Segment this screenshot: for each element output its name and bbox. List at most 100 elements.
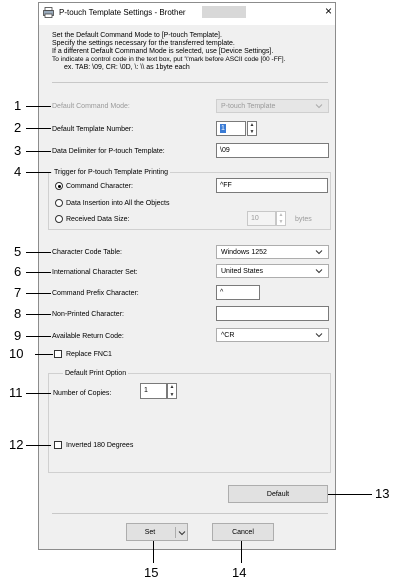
international-character-set-label: International Character Set: bbox=[52, 269, 138, 276]
chevron-down-icon[interactable] bbox=[315, 331, 323, 339]
chevron-down-icon[interactable] bbox=[178, 529, 186, 537]
callout-8: 8 bbox=[14, 306, 22, 321]
set-button-label: Set bbox=[144, 529, 156, 536]
callout-7-leader bbox=[26, 293, 51, 294]
printer-icon bbox=[43, 7, 54, 18]
callout-11-leader bbox=[26, 393, 51, 394]
footer-separator bbox=[52, 513, 328, 514]
callout-3: 3 bbox=[14, 143, 22, 158]
print-option-legend: Default Print Option bbox=[63, 369, 129, 378]
spin-down-icon[interactable]: ▼ bbox=[168, 392, 176, 399]
callout-15: 15 bbox=[144, 565, 159, 580]
callout-15-leader bbox=[153, 541, 154, 563]
callout-6: 6 bbox=[14, 264, 22, 279]
cancel-button[interactable]: Cancel bbox=[212, 523, 274, 541]
cancel-button-label: Cancel bbox=[232, 529, 254, 536]
spin-up-icon[interactable]: ▲ bbox=[248, 122, 256, 129]
title-redacted bbox=[202, 6, 246, 18]
set-button[interactable]: Set bbox=[126, 523, 188, 541]
callout-6-leader bbox=[26, 272, 51, 273]
non-printed-character-input[interactable] bbox=[216, 306, 329, 321]
command-prefix-value: ^ bbox=[220, 289, 224, 296]
data-insertion-radio[interactable] bbox=[55, 199, 63, 207]
callout-2: 2 bbox=[14, 120, 22, 135]
callout-10: 10 bbox=[9, 346, 24, 361]
callout-1: 1 bbox=[14, 98, 22, 113]
callout-12-leader bbox=[26, 445, 51, 446]
chevron-down-icon[interactable] bbox=[315, 248, 323, 256]
command-character-label: Command Character: bbox=[66, 183, 133, 190]
replace-fnc1-checkbox[interactable] bbox=[54, 350, 62, 358]
number-of-copies-spinner[interactable]: ▲ ▼ bbox=[167, 383, 177, 399]
international-character-set-combo[interactable]: United States bbox=[216, 264, 329, 278]
callout-1-leader bbox=[26, 106, 51, 107]
character-code-table-combo[interactable]: Windows 1252 bbox=[216, 245, 329, 259]
data-delimiter-input[interactable]: \09 bbox=[216, 143, 329, 158]
default-template-number-label: Default Template Number: bbox=[52, 126, 134, 133]
callout-4: 4 bbox=[14, 164, 22, 179]
non-printed-character-label: Non-Printed Character: bbox=[52, 311, 124, 318]
inverted-180-checkbox[interactable] bbox=[54, 441, 62, 449]
received-data-size-spinner[interactable]: ▲ ▼ bbox=[276, 211, 286, 226]
international-character-set-value: United States bbox=[221, 268, 264, 275]
callout-2-leader bbox=[26, 128, 51, 129]
available-return-code-label: Available Return Code: bbox=[52, 333, 124, 340]
available-return-code-value: ^CR bbox=[221, 332, 235, 339]
default-button[interactable]: Default bbox=[228, 485, 328, 503]
chevron-down-icon bbox=[315, 104, 323, 109]
received-data-size-unit: bytes bbox=[295, 216, 312, 223]
intro-line-5: ex. TAB: \09, CR: \0D, \: \\ as 1byte ea… bbox=[64, 64, 190, 71]
callout-10-leader bbox=[35, 354, 53, 355]
command-prefix-input[interactable]: ^ bbox=[216, 285, 260, 300]
chevron-down-icon[interactable] bbox=[315, 267, 323, 275]
callout-7: 7 bbox=[14, 285, 22, 300]
callout-13-leader bbox=[328, 494, 372, 495]
inverted-180-label: Inverted 180 Degrees bbox=[66, 442, 134, 449]
print-option-group-frame bbox=[48, 373, 331, 473]
default-template-number-spinner[interactable]: ▲ ▼ bbox=[247, 121, 257, 136]
intro-separator bbox=[52, 82, 328, 83]
callout-11: 11 bbox=[9, 385, 23, 400]
callout-8-leader bbox=[26, 314, 51, 315]
default-template-number-input[interactable]: 1 bbox=[216, 121, 246, 136]
data-insertion-label: Data Insertion into All the Objects bbox=[66, 200, 170, 207]
replace-fnc1-label: Replace FNC1 bbox=[66, 351, 112, 358]
callout-9-leader bbox=[26, 336, 51, 337]
number-of-copies-value: 1 bbox=[144, 387, 148, 394]
received-data-size-value: 10 bbox=[251, 215, 259, 222]
spin-up-icon[interactable]: ▲ bbox=[168, 384, 176, 391]
callout-5: 5 bbox=[14, 244, 22, 259]
received-data-size-radio[interactable] bbox=[55, 215, 63, 223]
available-return-code-combo[interactable]: ^CR bbox=[216, 328, 329, 342]
data-delimiter-label: Data Delimiter for P-touch Template: bbox=[52, 148, 165, 155]
callout-12: 12 bbox=[9, 437, 24, 452]
default-command-mode-combo: P-touch Template bbox=[216, 99, 329, 113]
default-template-number-value: 1 bbox=[220, 124, 226, 133]
set-button-divider bbox=[175, 527, 176, 538]
callout-4-leader bbox=[26, 172, 51, 173]
number-of-copies-input[interactable]: 1 bbox=[140, 383, 167, 399]
command-character-input[interactable]: ^FF bbox=[216, 178, 328, 193]
callout-14-leader bbox=[241, 541, 242, 563]
default-command-mode-label: Default Command Mode: bbox=[52, 103, 130, 110]
close-icon[interactable]: × bbox=[325, 5, 332, 17]
spin-down-icon[interactable]: ▼ bbox=[248, 129, 256, 136]
character-code-table-value: Windows 1252 bbox=[221, 249, 267, 256]
number-of-copies-label: Number of Copies: bbox=[53, 390, 112, 397]
callout-5-leader bbox=[26, 252, 51, 253]
spin-down-icon[interactable]: ▼ bbox=[277, 219, 285, 226]
received-data-size-input[interactable]: 10 bbox=[247, 211, 276, 226]
callout-9: 9 bbox=[14, 328, 22, 343]
command-character-value: ^FF bbox=[220, 182, 232, 189]
data-delimiter-value: \09 bbox=[220, 147, 230, 154]
received-data-size-label: Received Data Size: bbox=[66, 216, 130, 223]
default-button-label: Default bbox=[266, 491, 290, 498]
default-command-mode-value: P-touch Template bbox=[221, 103, 276, 110]
callout-13: 13 bbox=[375, 486, 390, 501]
window-title: P-touch Template Settings - Brother bbox=[59, 8, 186, 17]
command-character-radio[interactable] bbox=[55, 182, 63, 190]
callout-14: 14 bbox=[232, 565, 247, 580]
callout-3-leader bbox=[26, 151, 51, 152]
character-code-table-label: Character Code Table: bbox=[52, 249, 122, 256]
spin-up-icon[interactable]: ▲ bbox=[277, 212, 285, 219]
